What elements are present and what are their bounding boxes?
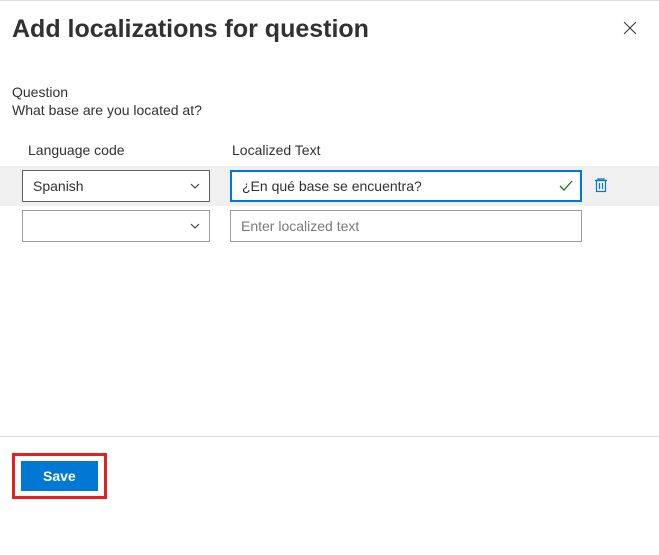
column-header-text: Localized Text [232,142,320,158]
check-icon [558,178,574,194]
column-header-language: Language code [12,142,232,158]
language-value: Spanish [33,178,84,194]
localized-text-input[interactable] [242,178,558,194]
delete-icon[interactable] [592,176,612,196]
localized-text-input-wrap [230,210,582,242]
close-icon[interactable] [619,15,641,42]
question-text: What base are you located at? [12,102,647,118]
save-button[interactable]: Save [21,461,98,491]
dialog-title: Add localizations for question [12,15,369,44]
localization-row [0,206,659,246]
question-label: Question [12,84,647,100]
save-highlight: Save [12,453,107,499]
localized-text-input-wrap [230,170,582,202]
localized-text-input[interactable] [241,218,575,234]
language-dropdown[interactable] [22,210,210,242]
chevron-down-icon [189,220,201,232]
localization-row: Spanish [0,166,659,206]
language-dropdown[interactable]: Spanish [22,170,210,202]
chevron-down-icon [189,180,201,192]
